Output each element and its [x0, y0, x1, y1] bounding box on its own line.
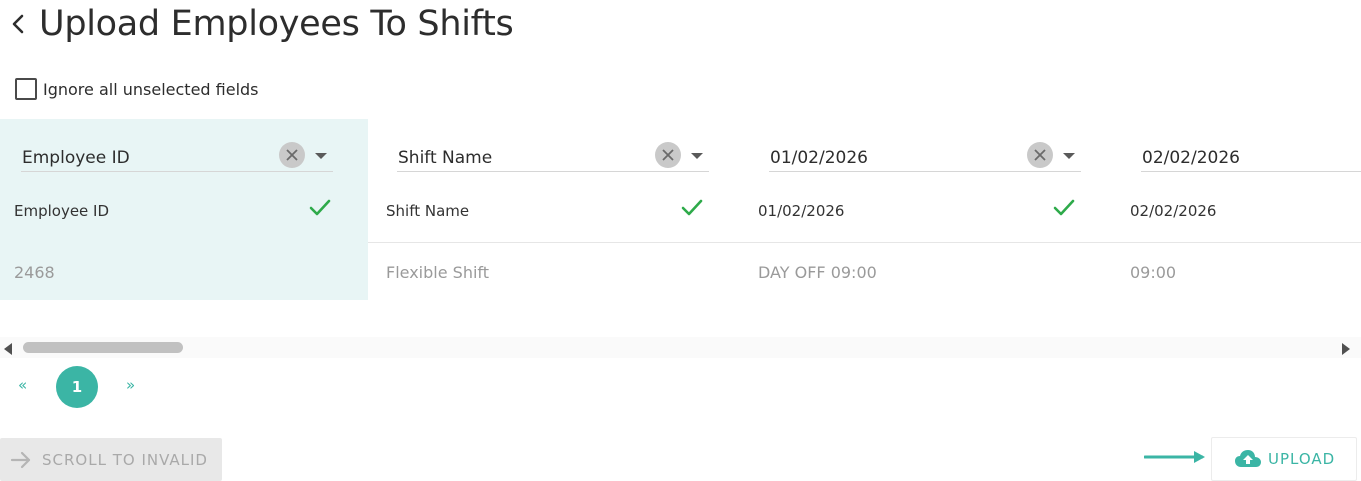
clear-icon[interactable] [655, 142, 681, 168]
last-page-button[interactable]: » [126, 376, 135, 394]
first-page-button[interactable]: « [18, 376, 27, 394]
field-select-value: Shift Name [398, 148, 493, 168]
caret-down-icon[interactable] [689, 148, 705, 162]
check-icon [309, 199, 331, 217]
column-date-2[interactable]: 02/02/2026 02/02/2026 09:00 [1112, 119, 1361, 300]
column-header-text: Employee ID [14, 202, 110, 220]
caret-down-icon[interactable] [313, 148, 329, 162]
scroll-left-icon[interactable] [2, 341, 14, 355]
clear-icon[interactable] [1027, 142, 1053, 168]
row-divider [368, 242, 740, 243]
column-employee-id[interactable]: Employee ID Employee ID 2468 [0, 119, 368, 300]
field-select[interactable]: Shift Name [397, 141, 709, 172]
arrow-right-icon [10, 451, 31, 468]
cloud-upload-icon [1235, 450, 1261, 467]
cell-value: 2468 [14, 263, 55, 282]
cell-value: Flexible Shift [386, 263, 490, 282]
column-header-text: 02/02/2026 [1130, 202, 1217, 220]
pointer-arrow-icon [1144, 451, 1205, 463]
check-icon [1053, 199, 1075, 217]
column-header-text: 01/02/2026 [758, 202, 845, 220]
cell-value: DAY OFF 09:00 [758, 263, 877, 282]
column-date-1[interactable]: 01/02/2026 01/02/2026 DAY OFF 09:00 [740, 119, 1112, 300]
column-header-text: Shift Name [386, 202, 470, 220]
field-select[interactable]: 01/02/2026 [769, 141, 1081, 172]
cell-value: 09:00 [1130, 263, 1177, 282]
back-button[interactable] [8, 12, 28, 36]
field-select-value: Employee ID [22, 148, 130, 168]
horizontal-scrollbar[interactable] [0, 337, 1361, 358]
chevron-left-icon [12, 14, 24, 34]
ignore-unselected-checkbox[interactable] [15, 78, 37, 100]
ignore-unselected-label: Ignore all unselected fields [43, 79, 259, 99]
check-icon [681, 199, 703, 217]
clear-icon[interactable] [279, 142, 305, 168]
field-select-value: 01/02/2026 [770, 148, 868, 168]
scroll-to-invalid-button[interactable]: SCROLL TO INVALID [0, 438, 222, 481]
field-select[interactable]: 02/02/2026 [1141, 141, 1361, 172]
page-title: Upload Employees To Shifts [39, 4, 514, 44]
caret-down-icon[interactable] [1061, 148, 1077, 162]
field-select[interactable]: Employee ID [21, 141, 333, 172]
scrollbar-thumb[interactable] [23, 342, 183, 353]
upload-label: UPLOAD [1268, 450, 1336, 468]
pagination: « 1 » [0, 364, 200, 409]
current-page-button[interactable]: 1 [56, 366, 98, 408]
upload-button[interactable]: UPLOAD [1211, 437, 1357, 481]
row-divider [1112, 242, 1361, 243]
ignore-unselected-toggle[interactable]: Ignore all unselected fields [15, 78, 259, 100]
column-shift-name[interactable]: Shift Name Shift Name Flexible Shift [368, 119, 740, 300]
row-divider [740, 242, 1112, 243]
field-select-value: 02/02/2026 [1142, 148, 1240, 168]
scroll-to-invalid-label: SCROLL TO INVALID [42, 450, 208, 469]
mapping-grid: Employee ID Employee ID 2468 Shift Name … [0, 119, 1361, 300]
scroll-right-icon[interactable] [1340, 341, 1352, 355]
